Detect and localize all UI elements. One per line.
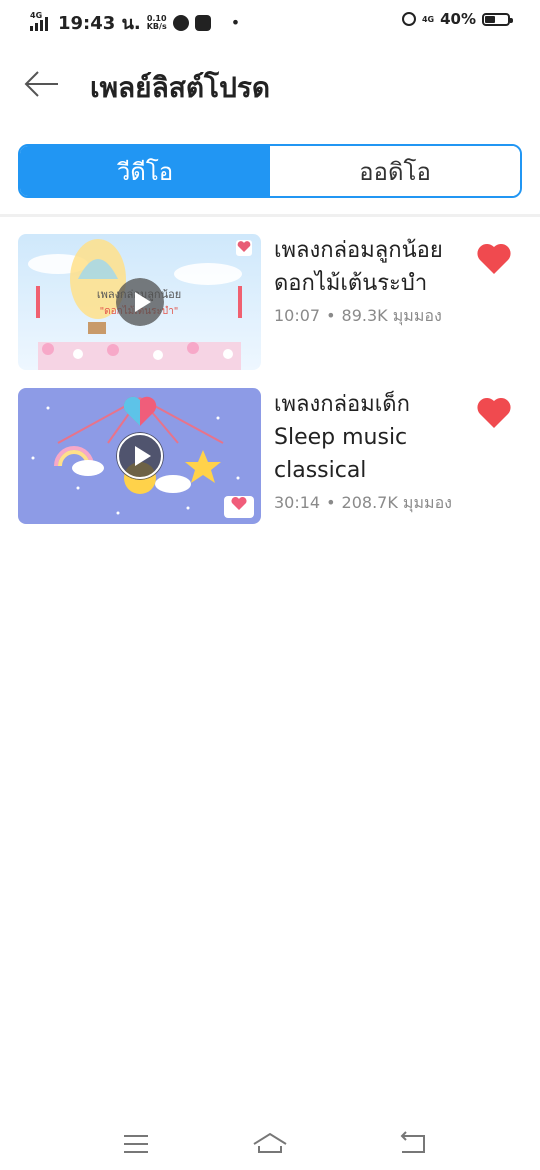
alarm-icon: [401, 12, 416, 26]
home-button[interactable]: [250, 1124, 290, 1164]
arrow-left-icon: [24, 71, 58, 97]
video-title[interactable]: เพลงกล่อมเด็ก Sleep music classical: [274, 388, 474, 487]
network-speed: 0.10 KB/s: [146, 14, 167, 31]
page-title: เพลย์ลิสต์โปรด: [90, 71, 271, 104]
home-icon: [253, 1132, 287, 1153]
video-meta: เพลงกล่อมลูกน้อย ดอกไม้เต้นระบำ 10:07 • 89…: [274, 234, 474, 329]
status-bar: 4G 19:43 น. 0.10 KB/s • 4G 40%: [0, 0, 540, 42]
battery-percent: 40%: [440, 10, 476, 28]
video-thumbnail[interactable]: เพลงกล่อมลูกน้อย "ดอกไม้เต้นระบำ": [18, 234, 261, 370]
separator-dot: •: [326, 493, 336, 512]
video-duration: 10:07: [274, 306, 321, 325]
video-thumbnail[interactable]: [18, 388, 261, 524]
video-views: 208.7K มุมมอง: [341, 493, 452, 512]
network-tag-right: 4G: [421, 14, 435, 24]
video-info: 30:14 • 208.7K มุมมอง: [274, 491, 474, 516]
speed-unit: KB/s: [146, 21, 167, 31]
video-title[interactable]: เพลงกล่อมลูกน้อย ดอกไม้เต้นระบำ: [274, 234, 474, 300]
separator-dot: •: [326, 306, 336, 325]
video-meta: เพลงกล่อมเด็ก Sleep music classical 30:1…: [274, 388, 474, 516]
video-duration: 30:14: [274, 493, 321, 512]
system-nav-bar: [0, 1118, 540, 1170]
menu-icon: [124, 1135, 148, 1153]
clock: 19:43 น.: [58, 13, 141, 34]
media-type-tabs: วีดีโอ ออดิโอ: [18, 144, 522, 198]
signal-icon: 4G: [30, 11, 52, 33]
return-icon: [400, 1131, 425, 1153]
menu-button[interactable]: [116, 1124, 156, 1164]
heart-icon[interactable]: [476, 242, 512, 276]
battery-fill: [485, 15, 495, 23]
play-icon[interactable]: [115, 432, 164, 480]
data-saver-icon: [172, 14, 189, 31]
divider: [0, 214, 540, 217]
app-notification-icon: [194, 14, 211, 31]
status-left: 4G 19:43 น. 0.10 KB/s •: [30, 8, 240, 37]
more-notifications-dot: •: [230, 13, 241, 32]
list-item[interactable]: เพลงกล่อมเด็ก Sleep music classical 30:1…: [18, 388, 522, 524]
app-header: เพลย์ลิสต์โปรด: [0, 52, 540, 114]
tab-video[interactable]: วีดีโอ: [20, 146, 270, 196]
play-icon[interactable]: [115, 278, 164, 326]
back-button[interactable]: [22, 64, 62, 104]
back-nav-button[interactable]: [392, 1124, 432, 1164]
tab-audio[interactable]: ออดิโอ: [270, 146, 520, 196]
video-views: 89.3K มุมมอง: [341, 306, 442, 325]
battery-icon: [482, 12, 513, 26]
video-info: 10:07 • 89.3K มุมมอง: [274, 304, 474, 329]
status-right: 4G 40%: [401, 10, 513, 28]
heart-icon[interactable]: [476, 396, 512, 430]
list-item[interactable]: เพลงกล่อมลูกน้อย "ดอกไม้เต้นระบำ" เพลงกล…: [18, 234, 522, 370]
